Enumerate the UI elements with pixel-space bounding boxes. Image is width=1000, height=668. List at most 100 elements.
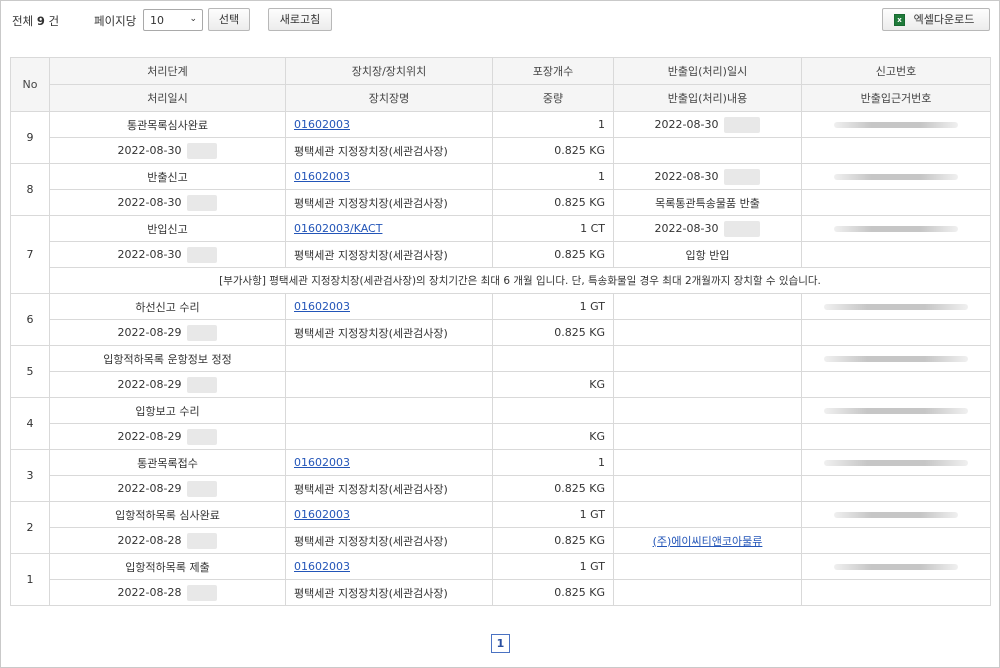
inout-content <box>613 319 802 346</box>
warehouse-name: 평택세관 지정장치장(세관검사장) <box>285 189 493 216</box>
processed-date: 2022-08-28 <box>49 527 286 554</box>
redacted-time <box>187 428 218 445</box>
process-stage: 반출신고 <box>49 163 286 190</box>
table-row: 5 입항적하목록 운항정보 정정 <box>10 345 991 398</box>
weight: 0.825 KG <box>492 579 614 606</box>
table-row: 2 입항적하목록 심사완료 01602003 1 GT <box>10 501 991 554</box>
warehouse-name <box>285 423 493 450</box>
redacted-time <box>187 376 218 393</box>
header-row-2: 처리일시 장치장명 중량 반출입(처리)내용 반출입근거번호 <box>11 84 991 112</box>
redacted-declaration-number <box>824 303 968 310</box>
inout-content <box>613 423 802 450</box>
package-count: 1 GT <box>492 553 614 580</box>
redacted-declaration-number <box>824 355 968 362</box>
package-count: 1 <box>492 111 614 138</box>
location-link[interactable]: 01602003 <box>294 560 350 573</box>
table-row: 2022-08-30 평택세관 지정장치장(세관검사장) 0.825 KG 입항… <box>11 241 991 268</box>
process-stage: 반입신고 <box>49 215 286 242</box>
inout-datetime <box>613 553 802 580</box>
table-row: 8 반출신고 01602003 1 2022-08-30 <box>10 163 991 216</box>
table-row: 2022-08-29 KG <box>11 371 991 398</box>
package-count: 1 <box>492 163 614 190</box>
weight: 0.825 KG <box>492 137 614 164</box>
page-1-button[interactable]: 1 <box>491 634 510 653</box>
process-stage: 입항보고 수리 <box>49 397 286 424</box>
inout-content: (주)에이씨티앤코아물류 <box>613 527 802 554</box>
storage-location: 01602003 <box>285 553 493 580</box>
excel-download-button[interactable]: x 엑셀다운로드 <box>882 8 990 31</box>
col-header: 처리일시 <box>49 84 286 112</box>
inout-basis-number <box>801 475 991 502</box>
declaration-number <box>801 293 991 320</box>
perpage-select[interactable]: 10 ⌄ <box>143 9 203 31</box>
redacted-declaration-number <box>834 121 958 128</box>
inout-datetime <box>613 345 802 372</box>
redacted-declaration-number <box>834 173 958 180</box>
process-stage: 통관목록접수 <box>49 449 286 476</box>
inout-basis-number <box>801 423 991 450</box>
storage-location: 01602003 <box>285 163 493 190</box>
company-link[interactable]: (주)에이씨티앤코아물류 <box>653 535 763 548</box>
location-link[interactable]: 01602003 <box>294 508 350 521</box>
table-row: 2022-08-29 평택세관 지정장치장(세관검사장) 0.825 KG <box>11 319 991 346</box>
package-count: 1 CT <box>492 215 614 242</box>
inout-datetime: 2022-08-30 <box>613 163 802 190</box>
select-button[interactable]: 선택 <box>208 8 250 31</box>
col-header: 장치장명 <box>285 84 493 112</box>
additional-note: [부가사항] 평택세관 지정장치장(세관검사장)의 장치기간은 최대 6 개월 … <box>49 267 991 294</box>
weight: 0.825 KG <box>492 189 614 216</box>
table-row: 7 반입신고 01602003/KACT 1 CT 2022-08-30 <box>10 215 991 294</box>
row-number: 7 <box>10 215 50 294</box>
warehouse-name: 평택세관 지정장치장(세관검사장) <box>285 527 493 554</box>
package-count <box>492 345 614 372</box>
storage-location <box>285 397 493 424</box>
col-header: 중량 <box>492 84 614 112</box>
inout-datetime: 2022-08-30 <box>613 111 802 138</box>
storage-location <box>285 345 493 372</box>
col-header: 포장개수 <box>492 57 614 85</box>
chevron-down-icon: ⌄ <box>189 14 197 24</box>
toolbar: 전체 9 건 페이지당 10 ⌄ 선택 새로고침 x 엑셀다운로드 <box>0 0 1000 40</box>
package-count <box>492 397 614 424</box>
redacted-time <box>724 220 761 237</box>
table-row: 9 통관목록심사완료 01602003 1 2022-08-30 <box>10 111 991 164</box>
redacted-declaration-number <box>824 459 968 466</box>
table-row: 2022-08-28 평택세관 지정장치장(세관검사장) 0.825 KG (주… <box>11 527 991 554</box>
processed-date: 2022-08-29 <box>49 475 286 502</box>
location-link[interactable]: 01602003 <box>294 300 350 313</box>
process-stage: 하선신고 수리 <box>49 293 286 320</box>
inout-basis-number <box>801 241 991 268</box>
table-row: 1 입항적하목록 제출 01602003 1 GT <box>10 553 991 606</box>
location-link[interactable]: 01602003/KACT <box>294 222 382 235</box>
warehouse-name: 평택세관 지정장치장(세관검사장) <box>285 475 493 502</box>
inout-basis-number <box>801 579 991 606</box>
note-row: [부가사항] 평택세관 지정장치장(세관검사장)의 장치기간은 최대 6 개월 … <box>11 267 991 294</box>
refresh-button[interactable]: 새로고침 <box>268 8 332 31</box>
inout-content <box>613 371 802 398</box>
warehouse-name <box>285 371 493 398</box>
redacted-time <box>187 480 218 497</box>
inout-basis-number <box>801 189 991 216</box>
inout-content <box>613 137 802 164</box>
declaration-number <box>801 501 991 528</box>
package-count: 1 GT <box>492 501 614 528</box>
location-link[interactable]: 01602003 <box>294 170 350 183</box>
processed-date: 2022-08-28 <box>49 579 286 606</box>
location-link[interactable]: 01602003 <box>294 456 350 469</box>
history-table: No 처리단계 장치장/장치위치 포장개수 반출입(처리)일시 신고번호 처리일시 장치장명 중… <box>10 57 991 606</box>
table-row: 2022-08-30 평택세관 지정장치장(세관검사장) 0.825 KG <box>11 137 991 164</box>
inout-basis-number <box>801 527 991 554</box>
processed-date: 2022-08-30 <box>49 241 286 268</box>
storage-location: 01602003 <box>285 501 493 528</box>
declaration-number <box>801 397 991 424</box>
storage-location: 01602003 <box>285 449 493 476</box>
inout-datetime <box>613 449 802 476</box>
location-link[interactable]: 01602003 <box>294 118 350 131</box>
processed-date: 2022-08-29 <box>49 371 286 398</box>
row-number: 3 <box>10 449 50 502</box>
inout-datetime: 2022-08-30 <box>613 215 802 242</box>
processed-date: 2022-08-29 <box>49 423 286 450</box>
total-count: 전체 9 건 <box>12 14 60 28</box>
inout-content <box>613 579 802 606</box>
redacted-time <box>187 324 218 341</box>
